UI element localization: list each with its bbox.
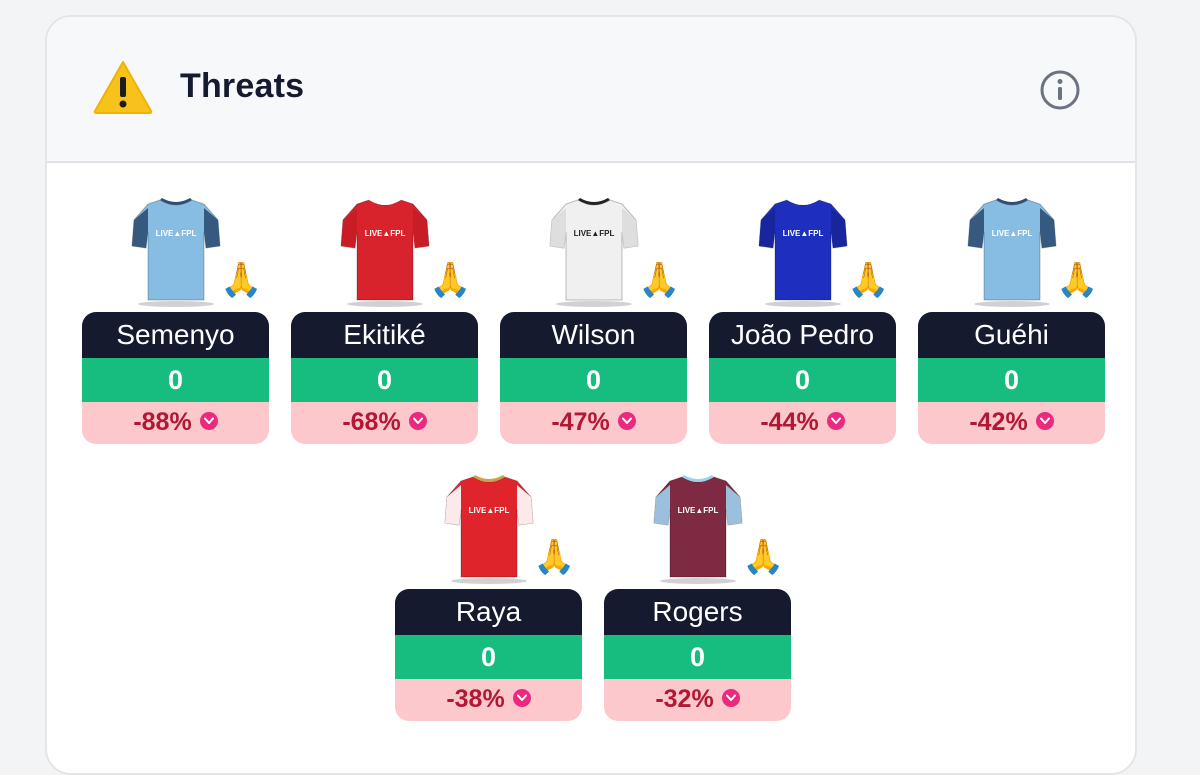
player-points: 0 [395,635,582,679]
praying-hands-icon: 🙏 [638,261,681,299]
player-shirt: LIVE▲FPL 🙏 [709,192,896,312]
player-name: Semenyo [82,312,269,358]
kit-shirt-icon: LIVE▲FPL [549,198,639,307]
praying-hands-icon: 🙏 [742,538,785,576]
player-change-row: -42% [918,402,1105,444]
player-stats-box: Semenyo 0 -88% [82,312,269,444]
kit-shirt-icon: LIVE▲FPL [758,198,848,307]
player-change-row: -38% [395,679,582,721]
player-name: Raya [395,589,582,635]
player-stats-box: Ekitiké 0 -68% [291,312,478,444]
player-points: 0 [82,358,269,402]
player-change-row: -88% [82,402,269,444]
player-change: -38% [446,685,505,713]
player-name: Guéhi [918,312,1105,358]
player-stats-box: Rogers 0 -32% [604,589,791,721]
kit-shirt-icon: LIVE▲FPL [653,475,743,584]
player-change: -44% [760,408,819,436]
kit-shirt-icon: LIVE▲FPL [340,198,430,307]
player-change: -68% [342,408,401,436]
card-header: Threats [47,17,1135,163]
svg-text:LIVE▲FPL: LIVE▲FPL [678,506,719,515]
chevron-down-icon [826,412,845,431]
player-shirt: LIVE▲FPL 🙏 [395,469,582,589]
player-card[interactable]: LIVE▲FPL 🙏 Wilson 0 -47% [500,192,687,444]
player-points: 0 [291,358,478,402]
info-circle-icon[interactable] [1039,69,1081,111]
player-change-row: -32% [604,679,791,721]
player-name: Rogers [604,589,791,635]
player-stats-box: Guéhi 0 -42% [918,312,1105,444]
player-name: João Pedro [709,312,896,358]
chevron-down-icon [1035,412,1054,431]
praying-hands-icon: 🙏 [220,261,263,299]
player-change: -88% [133,408,192,436]
player-shirt: LIVE▲FPL 🙏 [918,192,1105,312]
praying-hands-icon: 🙏 [847,261,890,299]
player-points: 0 [709,358,896,402]
chevron-down-icon [617,412,636,431]
player-shirt: LIVE▲FPL 🙏 [82,192,269,312]
player-change-row: -47% [500,402,687,444]
svg-text:LIVE▲FPL: LIVE▲FPL [469,506,510,515]
player-name: Wilson [500,312,687,358]
player-points: 0 [604,635,791,679]
svg-text:LIVE▲FPL: LIVE▲FPL [365,229,406,238]
kit-shirt-icon: LIVE▲FPL [444,475,534,584]
svg-text:LIVE▲FPL: LIVE▲FPL [783,229,824,238]
chevron-down-icon [408,412,427,431]
player-card[interactable]: LIVE▲FPL 🙏 Rogers 0 -32% [604,469,791,721]
player-points: 0 [500,358,687,402]
player-change-row: -44% [709,402,896,444]
player-card[interactable]: LIVE▲FPL 🙏 Raya 0 -38% [395,469,582,721]
svg-text:LIVE▲FPL: LIVE▲FPL [574,229,615,238]
chevron-down-icon [721,689,740,708]
svg-text:LIVE▲FPL: LIVE▲FPL [156,229,197,238]
player-change: -42% [969,408,1028,436]
player-stats-box: Wilson 0 -47% [500,312,687,444]
card-title: Threats [180,67,305,105]
praying-hands-icon: 🙏 [1056,261,1099,299]
player-points: 0 [918,358,1105,402]
player-shirt: LIVE▲FPL 🙏 [500,192,687,312]
player-card[interactable]: LIVE▲FPL 🙏 Guéhi 0 -42% [918,192,1105,444]
player-card[interactable]: LIVE▲FPL 🙏 Semenyo 0 -88% [82,192,269,444]
chevron-down-icon [199,412,218,431]
praying-hands-icon: 🙏 [429,261,472,299]
player-card[interactable]: LIVE▲FPL 🙏 Ekitiké 0 -68% [291,192,478,444]
player-shirt: LIVE▲FPL 🙏 [291,192,478,312]
kit-shirt-icon: LIVE▲FPL [131,198,221,307]
warning-triangle-icon [93,61,153,114]
kit-shirt-icon: LIVE▲FPL [967,198,1057,307]
player-name: Ekitiké [291,312,478,358]
player-change: -32% [655,685,714,713]
player-stats-box: Raya 0 -38% [395,589,582,721]
praying-hands-icon: 🙏 [533,538,576,576]
player-stats-box: João Pedro 0 -44% [709,312,896,444]
svg-text:LIVE▲FPL: LIVE▲FPL [992,229,1033,238]
player-card[interactable]: LIVE▲FPL 🙏 João Pedro 0 -44% [709,192,896,444]
player-shirt: LIVE▲FPL 🙏 [604,469,791,589]
threats-card: Threats LIVE▲FPL 🙏 Semenyo 0 -88% LIVE▲F… [45,15,1137,775]
chevron-down-icon [512,689,531,708]
player-change: -47% [551,408,610,436]
player-change-row: -68% [291,402,478,444]
